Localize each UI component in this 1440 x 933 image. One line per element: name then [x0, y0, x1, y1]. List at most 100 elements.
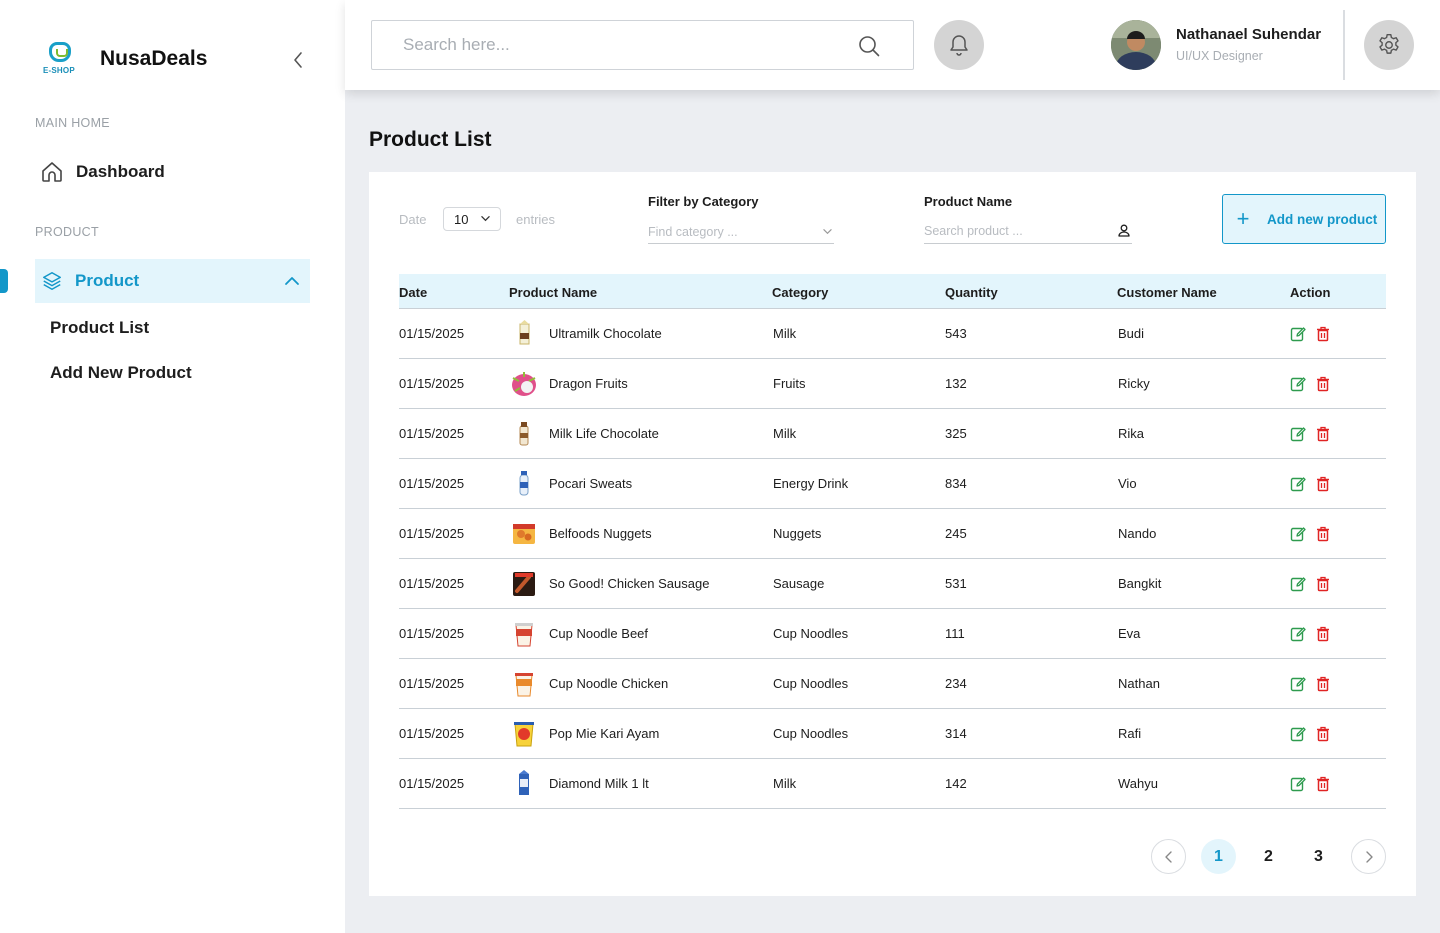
active-indicator: [0, 269, 8, 293]
column-header-quantity[interactable]: Quantity: [945, 285, 998, 300]
sidebar-subitem-product-list[interactable]: Product List: [50, 318, 149, 338]
column-header-customer-name[interactable]: Customer Name: [1117, 285, 1217, 300]
cell-product-name: Pocari Sweats: [549, 476, 633, 491]
trash-icon[interactable]: [1316, 476, 1330, 492]
product-thumbnail-icon: [513, 524, 535, 544]
cell-customer-name: Budi: [1118, 326, 1145, 341]
table-body: 01/15/2025 Ultramilk Chocolate Milk 543 Budi…: [399, 309, 1386, 809]
settings-button[interactable]: [1364, 20, 1414, 70]
cell-category: Energy Drink: [773, 476, 849, 491]
trash-icon[interactable]: [1316, 526, 1330, 542]
pagination-page-1[interactable]: 1: [1201, 839, 1236, 874]
trash-icon[interactable]: [1316, 626, 1330, 642]
edit-icon[interactable]: [1290, 526, 1306, 542]
table-header: Date Product Name Category Quantity Cust…: [399, 274, 1386, 309]
edit-icon[interactable]: [1290, 426, 1306, 442]
chevron-down-icon: [481, 216, 490, 222]
table-row[interactable]: 01/15/2025 Pocari Sweats Energy Drink 834 Vi…: [399, 459, 1386, 509]
table-row[interactable]: 01/15/2025 Belfoods Nuggets Nuggets 245 Nand…: [399, 509, 1386, 559]
edit-icon[interactable]: [1290, 376, 1306, 392]
cell-customer-name: Ricky: [1118, 376, 1150, 391]
table-row[interactable]: 01/15/2025 Ultramilk Chocolate Milk 543 Budi: [399, 309, 1386, 359]
edit-icon[interactable]: [1290, 676, 1306, 692]
sidebar-item-product[interactable]: Product: [35, 259, 310, 303]
search-input[interactable]: [403, 35, 843, 55]
edit-icon[interactable]: [1290, 576, 1306, 592]
cell-date: 01/15/2025: [399, 676, 465, 691]
trash-icon[interactable]: [1316, 326, 1330, 342]
pagination-next-button[interactable]: [1351, 839, 1386, 874]
product-name-filter-label: Product Name: [924, 194, 1013, 209]
table-row[interactable]: 01/15/2025 Cup Noodle Chicken Cup Noodles 2…: [399, 659, 1386, 709]
sidebar-subitem-add-new-product[interactable]: Add New Product: [50, 363, 192, 383]
table-row[interactable]: 01/15/2025 Cup Noodle Beef Cup Noodles 111 E…: [399, 609, 1386, 659]
product-name-input[interactable]: [924, 224, 1104, 238]
table-row[interactable]: 01/15/2025 Diamond Milk 1 lt Milk 142 Wahyu: [399, 759, 1386, 809]
edit-icon[interactable]: [1290, 326, 1306, 342]
cell-category: Milk: [773, 776, 797, 791]
trash-icon[interactable]: [1316, 426, 1330, 442]
product-thumbnail-icon: [519, 320, 530, 345]
edit-icon[interactable]: [1290, 726, 1306, 742]
cell-date: 01/15/2025: [399, 576, 465, 591]
search-icon[interactable]: [857, 34, 881, 58]
user-photo-icon: [1111, 20, 1161, 70]
trash-icon[interactable]: [1316, 726, 1330, 742]
cell-quantity: 142: [945, 776, 967, 791]
category-filter-label: Filter by Category: [648, 194, 759, 209]
edit-icon[interactable]: [1290, 776, 1306, 792]
entries-select[interactable]: 10: [443, 207, 501, 231]
brand-name: NusaDeals: [100, 47, 208, 70]
sidebar-item-dashboard[interactable]: Dashboard: [35, 150, 310, 194]
product-thumbnail-icon: [519, 770, 529, 795]
table-row[interactable]: 01/15/2025 Pop Mie Kari Ayam Cup Noodles 31…: [399, 709, 1386, 759]
column-header-action: Action: [1290, 285, 1331, 300]
cell-product-name: Pop Mie Kari Ayam: [549, 726, 660, 741]
bell-icon: [950, 35, 968, 56]
add-new-product-button[interactable]: + Add new product: [1222, 194, 1386, 244]
trash-icon[interactable]: [1316, 776, 1330, 792]
plus-icon: +: [1236, 206, 1250, 231]
cell-product-name: So Good! Chicken Sausage: [549, 576, 710, 591]
table-row[interactable]: 01/15/2025 So Good! Chicken Sausage Sausag…: [399, 559, 1386, 609]
pagination-page-2[interactable]: 2: [1251, 839, 1286, 874]
product-thumbnail-icon: [513, 572, 535, 596]
table-row[interactable]: 01/15/2025 Milk Life Chocolate Milk 325 Rika: [399, 409, 1386, 459]
cell-quantity: 531: [945, 576, 967, 591]
product-thumbnail-icon: [514, 722, 534, 747]
cell-category: Fruits: [773, 376, 806, 391]
column-header-category[interactable]: Category: [772, 285, 828, 300]
brand[interactable]: E-SHOP NusaDeals: [40, 40, 207, 78]
top-bar: Nathanael Suhendar UI/UX Designer: [345, 0, 1440, 90]
collapse-sidebar-button[interactable]: [288, 48, 308, 72]
category-select[interactable]: Find category ...: [648, 220, 834, 244]
table-row[interactable]: 01/15/2025 Dragon Fruits Fruits 132 Ricky: [399, 359, 1386, 409]
cell-customer-name: Wahyu: [1118, 776, 1158, 791]
cell-date: 01/15/2025: [399, 626, 465, 641]
pagination-prev-button[interactable]: [1151, 839, 1186, 874]
trash-icon[interactable]: [1316, 676, 1330, 692]
cell-quantity: 245: [945, 526, 967, 541]
cell-quantity: 325: [945, 426, 967, 441]
avatar[interactable]: [1111, 20, 1161, 70]
cell-customer-name: Eva: [1118, 626, 1141, 641]
cell-category: Milk: [773, 426, 797, 441]
trash-icon[interactable]: [1316, 376, 1330, 392]
column-header-date[interactable]: Date: [399, 285, 427, 300]
cell-quantity: 111: [945, 626, 965, 641]
eshop-logo: E-SHOP: [40, 40, 80, 78]
edit-icon[interactable]: [1290, 626, 1306, 642]
pagination-page-3[interactable]: 3: [1301, 839, 1336, 874]
cell-date: 01/15/2025: [399, 776, 465, 791]
category-placeholder: Find category ...: [648, 225, 738, 239]
product-thumbnail-icon: [519, 471, 529, 496]
entries-label: entries: [516, 212, 556, 227]
column-header-product-name[interactable]: Product Name: [509, 285, 597, 300]
sidebar-item-label: Product: [75, 271, 140, 290]
notification-button[interactable]: [934, 20, 984, 70]
edit-icon[interactable]: [1290, 476, 1306, 492]
product-thumbnail-icon: [519, 422, 529, 446]
user-role: UI/UX Designer: [1176, 49, 1263, 63]
trash-icon[interactable]: [1316, 576, 1330, 592]
cell-quantity: 834: [945, 476, 967, 491]
